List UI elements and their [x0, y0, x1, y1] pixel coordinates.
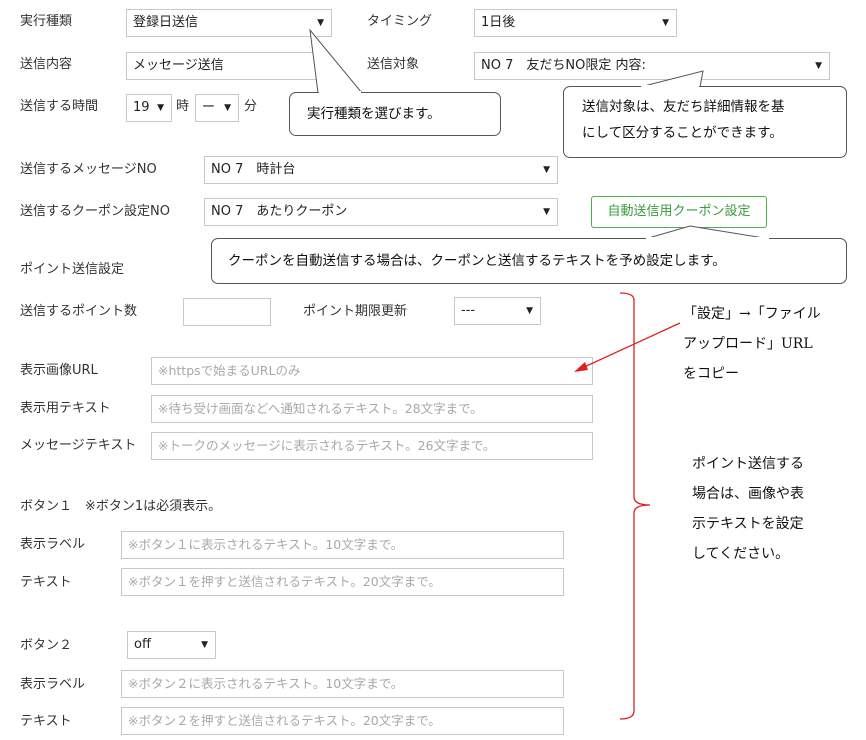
button2-label-input[interactable]: ※ボタン２に表示されるテキスト。10文字まで。	[121, 670, 564, 698]
point-section-heading: ポイント送信設定	[20, 262, 125, 277]
chevron-down-icon: ▼	[526, 306, 533, 316]
message-no-label: 送信するメッセージNO	[20, 162, 157, 177]
coupon-no-select[interactable]: NO 7 あたりクーポン ▼	[204, 198, 558, 226]
button1-heading: ボタン１ ※ボタン1は必須表示。	[20, 499, 222, 514]
image-url-placeholder: ※httpsで始まるURLのみ	[158, 363, 301, 378]
chevron-down-icon: ▼	[815, 61, 822, 71]
coupon-no-value: NO 7 あたりクーポン	[211, 204, 348, 219]
button1-text-label: テキスト	[20, 575, 72, 590]
button2-text-placeholder: ※ボタン２を押すと送信されるテキスト。20文字まで。	[128, 713, 441, 728]
url-note: 「設定」→「ファイル アップロード」URL をコピー	[683, 306, 821, 382]
chevron-down-icon: ▼	[224, 103, 231, 113]
send-target-callout: 送信対象は、友だち詳細情報を基 にして区分することができます。	[563, 86, 847, 158]
image-url-label: 表示画像URL	[20, 363, 98, 378]
button2-label-placeholder: ※ボタン２に表示されるテキスト。10文字まで。	[128, 676, 404, 691]
exec-type-select[interactable]: 登録日送信 ▼	[126, 9, 332, 37]
point-expiry-select[interactable]: --- ▼	[454, 297, 541, 325]
timing-value: 1日後	[481, 15, 516, 30]
button2-select-value: off	[134, 637, 151, 652]
message-no-value: NO 7 時計台	[211, 162, 296, 177]
send-content-value: メッセージ送信	[133, 58, 224, 73]
button2-select[interactable]: off ▼	[127, 631, 216, 659]
minute-select[interactable]: ー ▼	[195, 94, 239, 122]
chevron-down-icon: ▼	[543, 207, 550, 217]
display-text-placeholder: ※待ち受け画面などへ通知されるテキスト。28文字まで。	[158, 401, 483, 416]
message-text-placeholder: ※トークのメッセージに表示されるテキスト。26文字まで。	[158, 438, 496, 453]
button2-text-input[interactable]: ※ボタン２を押すと送信されるテキスト。20文字まで。	[121, 707, 564, 735]
exec-type-label: 実行種類	[20, 14, 73, 29]
chevron-down-icon: ▼	[201, 640, 208, 650]
coupon-callout: クーポンを自動送信する場合は、クーポンと送信するテキストを予め設定します。	[211, 238, 847, 284]
send-content-label: 送信内容	[20, 57, 73, 72]
button1-text-input[interactable]: ※ボタン１を押すと送信されるテキスト。20文字まで。	[121, 568, 564, 596]
send-target-select[interactable]: NO 7 友だちNO限定 内容: ▼	[474, 52, 830, 80]
message-text-label: メッセージテキスト	[20, 438, 137, 453]
hour-value: 19	[133, 100, 150, 115]
chevron-down-icon: ▼	[662, 18, 669, 28]
button1-label-placeholder: ※ボタン１に表示されるテキスト。10文字まで。	[128, 537, 404, 552]
message-no-select[interactable]: NO 7 時計台 ▼	[204, 156, 558, 184]
timing-label: タイミング	[367, 14, 433, 29]
send-target-value: NO 7 友だちNO限定 内容:	[481, 58, 646, 73]
exec-type-callout: 実行種類を選びます。	[289, 92, 501, 136]
point-expiry-value: ---	[461, 303, 476, 318]
point-note: ポイント送信する 場合は、画像や表 示テキストを設定 してください。	[692, 456, 804, 562]
image-url-input[interactable]: ※httpsで始まるURLのみ	[151, 357, 593, 385]
send-time-label: 送信する時間	[20, 99, 99, 114]
auto-coupon-settings-button[interactable]: 自動送信用クーポン設定	[591, 196, 767, 228]
chevron-down-icon: ▼	[157, 103, 164, 113]
button1-label-input[interactable]: ※ボタン１に表示されるテキスト。10文字まで。	[121, 531, 564, 559]
chevron-down-icon: ▼	[543, 165, 550, 175]
button2-text-label: テキスト	[20, 714, 72, 729]
hour-unit: 時	[176, 99, 190, 114]
timing-select[interactable]: 1日後 ▼	[474, 9, 677, 37]
exec-type-value: 登録日送信	[133, 15, 199, 30]
point-count-input[interactable]	[183, 298, 271, 326]
point-count-label: 送信するポイント数	[20, 304, 138, 319]
coupon-no-label: 送信するクーポン設定NO	[20, 204, 170, 219]
button1-label-label: 表示ラベル	[20, 537, 86, 552]
button1-text-placeholder: ※ボタン１を押すと送信されるテキスト。20文字まで。	[128, 574, 441, 589]
point-bracket	[619, 292, 651, 720]
button2-label-label: 表示ラベル	[20, 677, 86, 692]
display-text-input[interactable]: ※待ち受け画面などへ通知されるテキスト。28文字まで。	[151, 395, 593, 423]
chevron-down-icon: ▼	[317, 18, 324, 28]
url-arrow-line	[581, 322, 681, 369]
minute-unit: 分	[244, 99, 258, 114]
button2-heading: ボタン２	[20, 638, 73, 653]
message-text-input[interactable]: ※トークのメッセージに表示されるテキスト。26文字まで。	[151, 432, 593, 460]
point-expiry-label: ポイント期限更新	[303, 304, 408, 319]
hour-select[interactable]: 19 ▼	[126, 94, 172, 122]
display-text-label: 表示用テキスト	[20, 401, 111, 416]
send-target-label: 送信対象	[367, 57, 420, 72]
minute-value: ー	[202, 100, 216, 115]
send-content-select[interactable]: メッセージ送信	[126, 52, 326, 80]
